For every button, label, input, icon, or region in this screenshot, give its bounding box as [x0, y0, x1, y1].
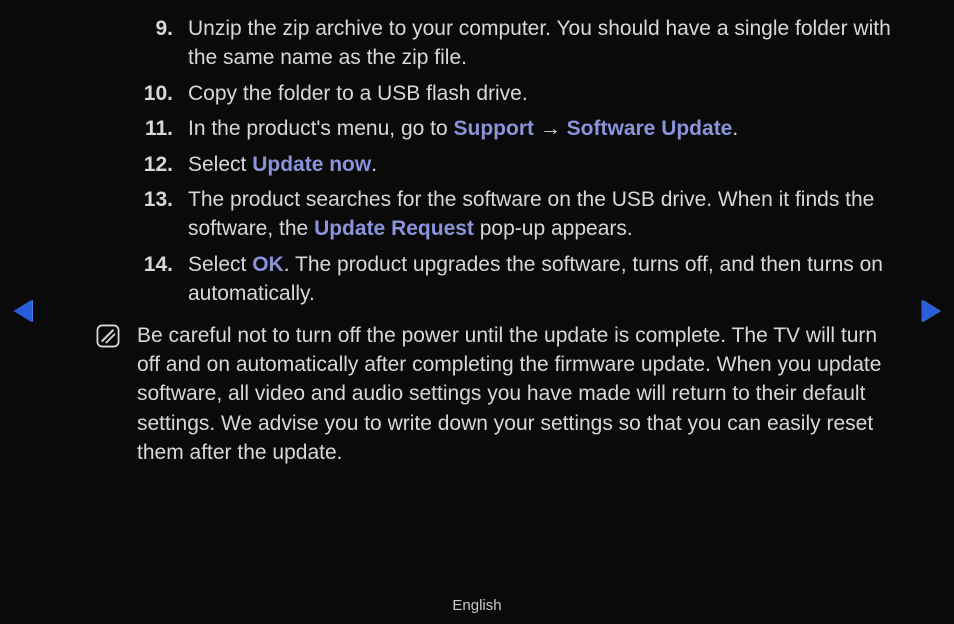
step-text: Select OK. The product upgrades the soft… [188, 250, 904, 309]
step-item: 14.Select OK. The product upgrades the s… [95, 250, 904, 309]
step-text: The product searches for the software on… [188, 185, 904, 244]
step-item: 10.Copy the folder to a USB flash drive. [95, 79, 904, 108]
menu-path-highlight: Software Update [567, 117, 733, 140]
menu-path-highlight: Update Request [314, 217, 474, 240]
step-number: 13. [95, 185, 188, 244]
step-text-fragment: In the product's menu, go to [188, 117, 454, 140]
caution-note: Be careful not to turn off the power unt… [95, 321, 904, 468]
step-number: 11. [95, 114, 188, 143]
note-text: Be careful not to turn off the power unt… [137, 321, 904, 468]
menu-path-highlight: Support [454, 117, 534, 140]
step-number: 12. [95, 150, 188, 179]
step-text-fragment: Select [188, 153, 252, 176]
step-item: 12.Select Update now. [95, 150, 904, 179]
manual-page-content: 9.Unzip the zip archive to your computer… [95, 14, 904, 467]
step-text-fragment: Unzip the zip archive to your computer. … [188, 17, 891, 69]
step-text-fragment: Select [188, 253, 252, 276]
steps-list: 9.Unzip the zip archive to your computer… [95, 14, 904, 309]
step-text: In the product's menu, go to Support → S… [188, 114, 904, 143]
step-number: 10. [95, 79, 188, 108]
step-text-fragment: . [732, 117, 738, 140]
step-text-fragment: Copy the folder to a USB flash drive. [188, 82, 528, 105]
step-item: 9.Unzip the zip archive to your computer… [95, 14, 904, 73]
prev-page-arrow[interactable] [14, 300, 32, 322]
step-text-fragment: . The product upgrades the software, tur… [188, 253, 883, 305]
step-text-fragment: pop-up appears. [474, 217, 633, 240]
step-number: 9. [95, 14, 188, 73]
step-item: 13.The product searches for the software… [95, 185, 904, 244]
step-text: Unzip the zip archive to your computer. … [188, 14, 904, 73]
note-icon [95, 323, 125, 468]
step-text: Copy the folder to a USB flash drive. [188, 79, 904, 108]
menu-path-highlight: OK [252, 253, 284, 276]
step-item: 11.In the product's menu, go to Support … [95, 114, 904, 143]
next-page-arrow[interactable] [922, 300, 940, 322]
step-text: Select Update now. [188, 150, 904, 179]
page-language-footer: English [0, 595, 954, 616]
step-text-fragment: → [534, 117, 567, 140]
step-text-fragment: . [371, 153, 377, 176]
menu-path-highlight: Update now [252, 153, 371, 176]
step-number: 14. [95, 250, 188, 309]
